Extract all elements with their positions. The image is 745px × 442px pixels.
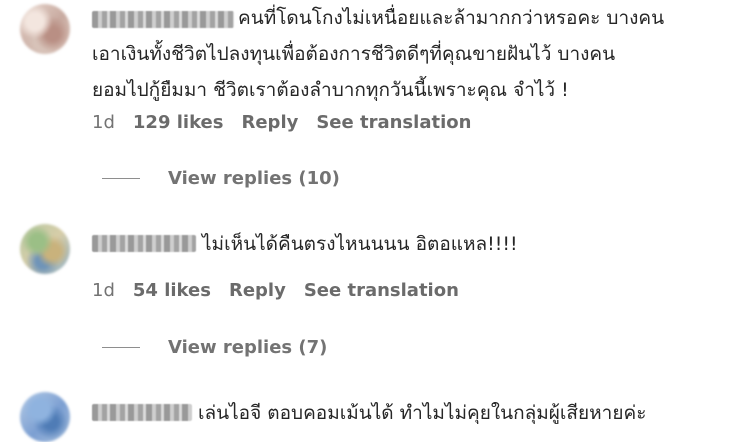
username-blurred[interactable] xyxy=(92,404,192,421)
comment-age: 1d xyxy=(92,112,115,133)
comment-text-line: คนที่โดนโกงไม่เหนื่อยและล้ามากกว่าหรอคะ … xyxy=(238,7,665,29)
view-replies-button[interactable]: View replies (7) xyxy=(102,337,327,358)
see-translation-button[interactable]: See translation xyxy=(304,280,459,302)
avatar[interactable] xyxy=(20,392,70,442)
comment-text-line: ไม่เห็นได้คืนตรงไหนนนน อิตอแหล!!!! xyxy=(202,233,518,255)
username-blurred[interactable] xyxy=(92,11,234,28)
likes-count[interactable]: 54 likes xyxy=(133,280,211,302)
comment-meta: 1d 54 likes Reply See translation xyxy=(92,280,459,302)
see-translation-button[interactable]: See translation xyxy=(316,112,471,134)
view-replies-label[interactable]: View replies (7) xyxy=(168,337,327,358)
view-replies-label[interactable]: View replies (10) xyxy=(168,168,340,189)
reply-button[interactable]: Reply xyxy=(229,280,286,302)
reply-button[interactable]: Reply xyxy=(241,112,298,134)
likes-count[interactable]: 129 likes xyxy=(133,112,224,134)
comment-text-line: ยอมไปกู้ยืมมา ชีวิตเราต้องลำบากทุกวันนี้… xyxy=(92,79,569,101)
comment-text-line: เอาเงินทั้งชีวิตไปลงทุนเพื่อต้องการชีวิต… xyxy=(92,43,616,65)
avatar[interactable] xyxy=(20,224,70,274)
comment-meta: 1d 129 likes Reply See translation xyxy=(92,112,471,134)
username-blurred[interactable] xyxy=(92,235,196,252)
divider-line xyxy=(102,178,140,179)
avatar[interactable] xyxy=(20,4,70,54)
comment-age: 1d xyxy=(92,280,115,301)
divider-line xyxy=(102,347,140,348)
view-replies-button[interactable]: View replies (10) xyxy=(102,168,340,189)
comment-text-line: เล่นไอจี ตอบคอมเม้นได้ ทำไมไม่คุยในกลุ่ม… xyxy=(198,402,647,424)
